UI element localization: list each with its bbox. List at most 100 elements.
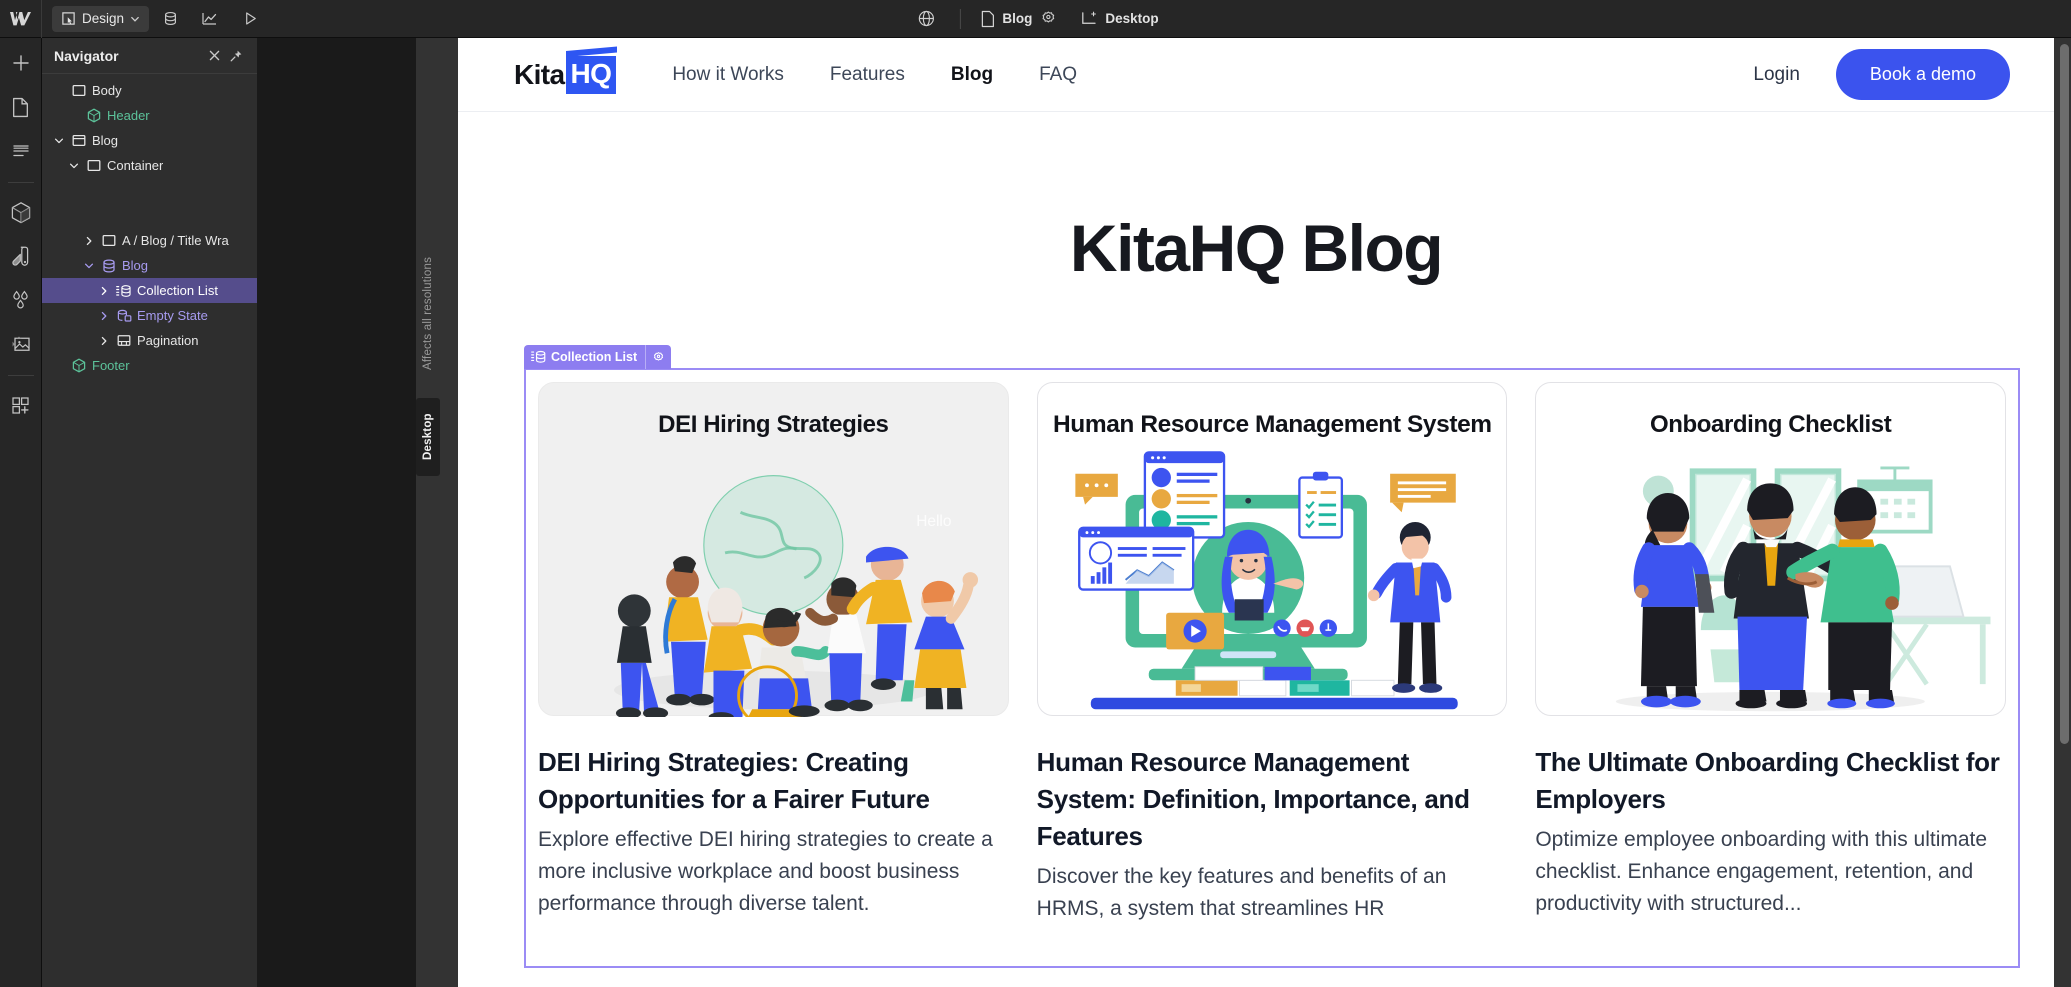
site-header: Kita HQ How it Works Features Blog FAQ L… <box>458 38 2054 112</box>
breakpoint-chip[interactable]: Desktop <box>1075 8 1163 30</box>
navigator-item-label: A / Blog / Title Wra <box>122 233 229 248</box>
nav-link-how-it-works[interactable]: How it Works <box>672 64 784 86</box>
navigator-layers-icon[interactable] <box>4 134 38 168</box>
left-tool-rail <box>0 38 42 987</box>
design-mode-label: Design <box>82 11 125 26</box>
selection-badge-label: Collection List <box>551 350 638 364</box>
canvas-vertical-scrollbar[interactable] <box>2060 44 2069 744</box>
chevron-down-icon[interactable] <box>67 161 81 171</box>
designer-top-bar: Design Blog Desktop <box>0 0 2071 38</box>
empty-state-icon <box>116 309 132 323</box>
svg-text:Hello: Hello <box>916 513 951 530</box>
chevron-down-icon[interactable] <box>52 136 66 146</box>
navigator-item-label: Empty State <box>137 308 208 323</box>
navigator-item-pagination[interactable]: Pagination <box>42 328 257 353</box>
navigator-title: Navigator <box>54 47 119 64</box>
blog-card-description: Discover the key features and benefits o… <box>1036 864 1447 920</box>
nav-link-faq[interactable]: FAQ <box>1039 64 1077 86</box>
nav-link-features[interactable]: Features <box>830 64 905 86</box>
webflow-logo-icon[interactable] <box>0 0 42 38</box>
blog-card-title[interactable]: The Ultimate Onboarding Checklist for Em… <box>1535 744 2006 818</box>
site-main-nav: How it Works Features Blog FAQ <box>672 64 1077 86</box>
assets-image-icon[interactable] <box>4 327 38 361</box>
current-page-label: Blog <box>1002 11 1033 26</box>
blog-card[interactable]: Human Resource Management System Human R… <box>1036 382 1508 966</box>
login-link[interactable]: Login <box>1753 64 1800 86</box>
body-icon <box>71 84 87 97</box>
design-cursor-icon <box>61 11 76 26</box>
pin-icon[interactable] <box>225 45 247 67</box>
collection-items: DEI Hiring Strategies Hello DEI Hiring S… <box>526 370 2018 966</box>
blog-thumbnail: Human Resource Management System <box>1036 382 1508 716</box>
selection-settings-gear-icon[interactable] <box>645 345 671 369</box>
globe-icon[interactable] <box>907 4 945 34</box>
navigator-item-footer[interactable]: Footer <box>42 353 257 378</box>
chevron-down-icon[interactable] <box>82 261 96 271</box>
blog-thumbnail: Onboarding Checklist <box>1535 382 2007 716</box>
breakpoint-label: Desktop <box>1105 11 1159 26</box>
blog-card[interactable]: DEI Hiring Strategies Hello DEI Hiring S… <box>538 382 1009 966</box>
thumbnail-title: DEI Hiring Strategies <box>658 411 889 438</box>
thumbnail-title: Human Resource Management System <box>1052 410 1492 439</box>
component-icon <box>71 358 87 373</box>
chevron-right-icon[interactable] <box>97 311 111 321</box>
close-icon[interactable] <box>203 45 225 67</box>
topbar-divider <box>959 8 961 29</box>
nav-link-blog[interactable]: Blog <box>951 64 993 86</box>
navigator-item-body[interactable]: Body <box>42 78 257 103</box>
blog-card-title[interactable]: DEI Hiring Strategies: Creating Opportun… <box>538 744 1009 818</box>
site-header-actions: Login Book a demo <box>1753 49 2010 100</box>
navigator-item-blank[interactable] <box>42 203 257 228</box>
selection-badge[interactable]: Collection List <box>524 345 672 369</box>
navigator-item-empty-state[interactable]: Empty State <box>42 303 257 328</box>
navigator-panel: Navigator Body Header Blog Container A / Blo… <box>42 38 258 987</box>
book-a-demo-button[interactable]: Book a demo <box>1835 49 2010 100</box>
blog-card[interactable]: Onboarding Checklist The Ultimate Onboar… <box>1535 382 2007 966</box>
collection-list-icon <box>531 350 546 364</box>
navigator-tree: Body Header Blog Container A / Blog / Title … <box>42 74 257 378</box>
blog-thumbnail: DEI Hiring Strategies Hello <box>538 382 1009 717</box>
collection-list-selection[interactable]: Collection List DEI Hiring Strategies He… <box>524 345 2020 968</box>
current-page-chip[interactable]: Blog <box>974 7 1061 31</box>
apps-grid-plus-icon[interactable] <box>4 388 38 422</box>
navigator-item-header[interactable]: Header <box>42 103 257 128</box>
add-elements-plus-icon[interactable] <box>4 46 38 80</box>
page-title: KitaHQ Blog <box>1069 211 1444 285</box>
thumbnail-title: Onboarding Checklist <box>1649 411 1892 438</box>
design-canvas[interactable]: Kita HQ How it Works Features Blog FAQ L… <box>440 38 2071 987</box>
navigator-item-blog[interactable]: Blog <box>42 128 257 153</box>
collection-list-icon <box>116 284 132 298</box>
navigator-item-label: Pagination <box>137 333 199 348</box>
navigator-item-a-blog-title-wra[interactable]: A / Blog / Title Wra <box>42 228 257 253</box>
chevron-right-icon[interactable] <box>97 336 111 346</box>
preview-play-icon[interactable] <box>231 4 269 34</box>
page-icon <box>979 10 995 28</box>
pagination-icon <box>116 334 132 347</box>
rail-divider-1 <box>7 182 34 183</box>
variables-droplets-icon[interactable] <box>4 283 38 317</box>
cms-database-icon[interactable] <box>151 4 189 34</box>
blog-card-description: Explore effective DEI hiring strategies … <box>538 827 993 915</box>
desktop-breakpoint-label: Desktop <box>416 398 440 476</box>
navigator-item-label: Footer <box>92 358 130 373</box>
chevron-right-icon[interactable] <box>82 236 96 246</box>
navigator-item-container[interactable]: Container <box>42 153 257 178</box>
components-cube-icon[interactable] <box>4 195 38 229</box>
navigator-header: Navigator <box>42 38 257 74</box>
desktop-breakpoint-icon <box>1080 11 1098 27</box>
pages-page-icon[interactable] <box>4 90 38 124</box>
navigator-item-blog[interactable]: Blog <box>42 253 257 278</box>
chevron-right-icon[interactable] <box>97 286 111 296</box>
navigator-item-blank[interactable] <box>42 178 257 203</box>
style-paint-swatch-icon[interactable] <box>4 239 38 273</box>
line-chart-icon[interactable] <box>191 4 229 34</box>
design-mode-selector[interactable]: Design <box>52 5 150 32</box>
section-icon <box>71 134 87 147</box>
navigator-item-collection-list[interactable]: Collection List <box>42 278 257 303</box>
component-icon <box>86 108 102 123</box>
blog-card-title[interactable]: Human Resource Management System: Defini… <box>1037 744 1508 855</box>
navigator-item-label: Blog <box>122 258 149 273</box>
navigator-item-label: Collection List <box>137 283 218 298</box>
site-logo[interactable]: Kita HQ <box>514 55 617 94</box>
page-settings-gear-icon[interactable] <box>1039 10 1056 27</box>
